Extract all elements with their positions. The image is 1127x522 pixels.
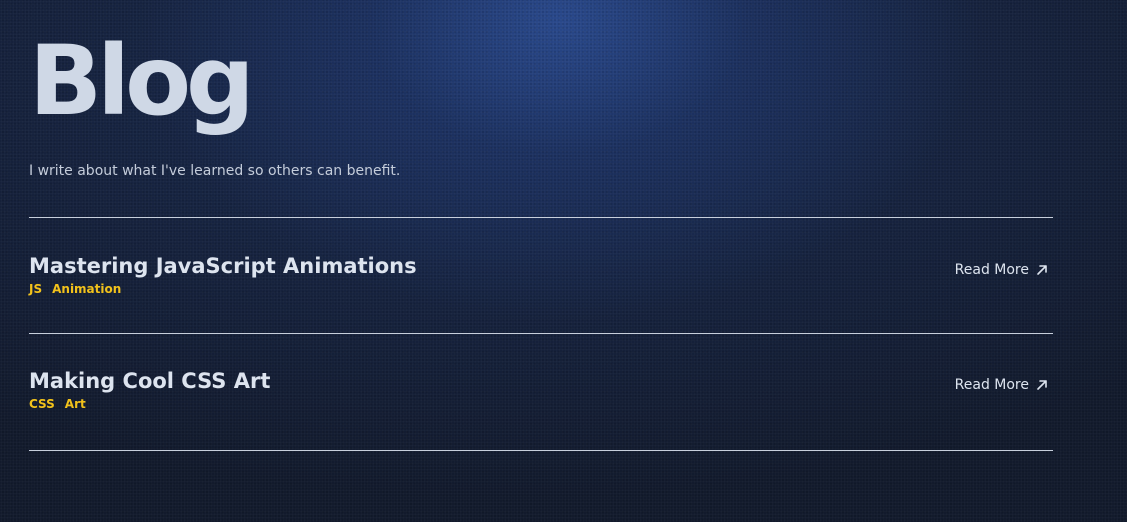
page-subtitle: I write about what I've learned so other… xyxy=(29,163,401,179)
post-tags: JS Animation xyxy=(29,281,121,297)
read-more-label: Read More xyxy=(954,377,1029,393)
arrow-up-right-icon xyxy=(1037,265,1047,275)
tag[interactable]: CSS xyxy=(29,396,55,412)
divider xyxy=(29,333,1053,334)
tag[interactable]: Art xyxy=(65,396,86,412)
tag[interactable]: Animation xyxy=(52,281,121,297)
read-more-label: Read More xyxy=(954,262,1029,278)
page-title: Blog xyxy=(29,25,255,137)
post-item: Mastering JavaScript Animations JS Anima… xyxy=(29,251,1053,321)
divider xyxy=(29,450,1053,451)
post-tags: CSS Art xyxy=(29,396,86,412)
post-title[interactable]: Mastering JavaScript Animations xyxy=(29,251,417,281)
post-item: Making Cool CSS Art CSS Art Read More xyxy=(29,366,1053,436)
arrow-up-right-icon xyxy=(1037,380,1047,390)
tag[interactable]: JS xyxy=(29,281,42,297)
read-more-link[interactable]: Read More xyxy=(955,375,1049,395)
post-title[interactable]: Making Cool CSS Art xyxy=(29,366,270,396)
read-more-link[interactable]: Read More xyxy=(955,260,1049,280)
divider xyxy=(29,217,1053,218)
